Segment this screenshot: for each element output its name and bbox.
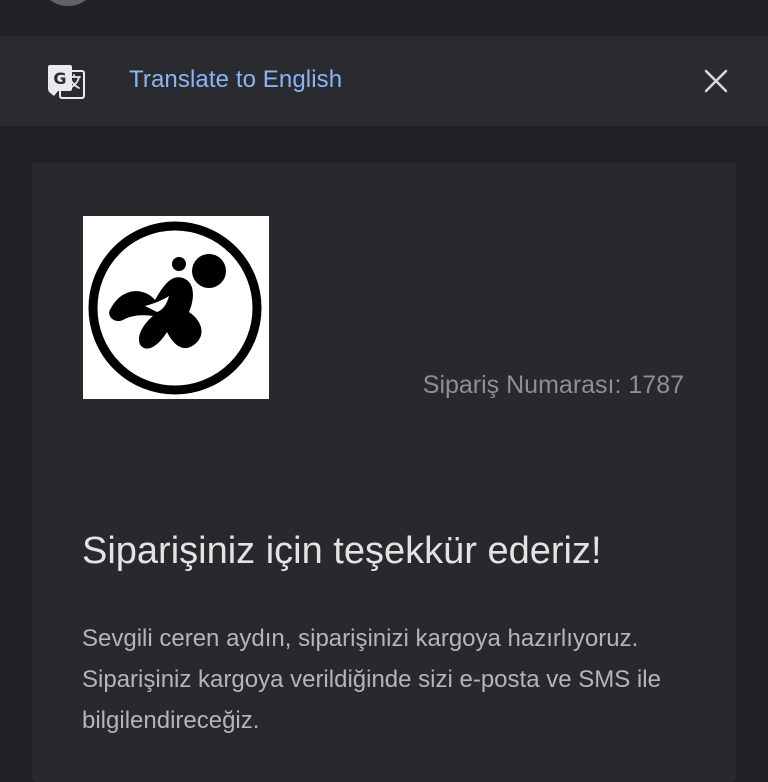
avatar[interactable] (38, 0, 98, 6)
top-strip (0, 0, 768, 36)
close-icon[interactable] (702, 67, 730, 95)
thanks-heading: Siparişiniz için teşekkür ederiz! (82, 530, 602, 572)
svg-text:G: G (53, 69, 66, 88)
google-translate-icon[interactable]: G (46, 62, 86, 100)
brand-logo (83, 216, 269, 399)
email-body-text: Sevgili ceren aydın, siparişinizi kargoy… (82, 625, 661, 734)
translate-to-english-link[interactable]: Translate to English (129, 66, 342, 94)
email-card: Sipariş Numarası: 1787 Siparişiniz için … (32, 162, 736, 782)
translate-bar: G Translate to English (0, 36, 768, 126)
brand-logo-mark (88, 221, 262, 395)
order-number: Sipariş Numarası: 1787 (422, 371, 684, 399)
